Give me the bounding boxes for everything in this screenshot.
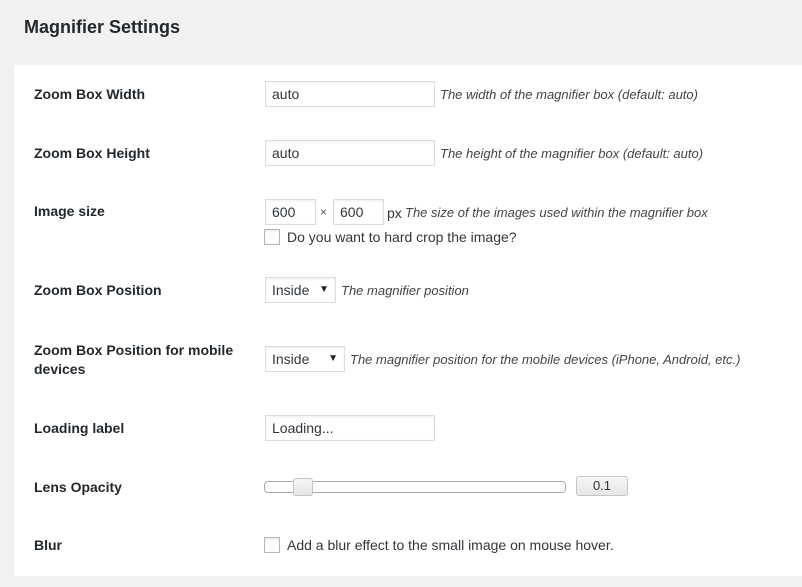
page-title: Magnifier Settings xyxy=(24,17,181,37)
zoom-position-mobile-description: The magnifier position for the mobile de… xyxy=(350,352,741,367)
zoom-width-description: The width of the magnifier box (default:… xyxy=(440,87,698,102)
lens-opacity-slider-handle[interactable] xyxy=(293,478,313,496)
chevron-down-icon: ▼ xyxy=(319,284,329,295)
zoom-position-description: The magnifier position xyxy=(341,283,469,298)
image-height-input[interactable] xyxy=(333,199,384,225)
lens-opacity-slider[interactable] xyxy=(264,478,566,496)
hard-crop-checkbox[interactable] xyxy=(264,229,280,245)
chevron-down-icon: ▼ xyxy=(328,353,338,364)
image-size-description: The size of the images used within the m… xyxy=(405,205,708,220)
image-size-label: Image size xyxy=(34,203,105,219)
zoom-height-label: Zoom Box Height xyxy=(34,145,150,161)
loading-label-input[interactable] xyxy=(265,415,435,441)
zoom-position-selected: Inside xyxy=(272,282,310,298)
settings-panel: Zoom Box Width The width of the magnifie… xyxy=(14,65,802,576)
size-unit: px xyxy=(387,205,402,221)
zoom-height-description: The height of the magnifier box (default… xyxy=(440,146,704,161)
zoom-position-mobile-label: Zoom Box Position for mobile devices xyxy=(34,342,234,377)
zoom-height-input[interactable] xyxy=(265,140,435,166)
zoom-width-label: Zoom Box Width xyxy=(34,86,146,102)
zoom-position-mobile-selected: Inside xyxy=(272,351,310,367)
lens-opacity-value: 0.1 xyxy=(576,476,628,496)
loading-label-label: Loading label xyxy=(34,420,125,436)
zoom-position-label: Zoom Box Position xyxy=(34,282,162,298)
blur-checkbox-label: Add a blur effect to the small image on … xyxy=(287,537,614,553)
image-width-input[interactable] xyxy=(265,199,316,225)
zoom-position-select[interactable]: Inside ▼ xyxy=(265,277,336,303)
blur-label: Blur xyxy=(34,537,62,553)
lens-opacity-label: Lens Opacity xyxy=(34,479,122,495)
hard-crop-label: Do you want to hard crop the image? xyxy=(287,229,517,245)
blur-checkbox[interactable] xyxy=(264,537,280,553)
zoom-width-input[interactable] xyxy=(265,81,435,107)
zoom-position-mobile-select[interactable]: Inside ▼ xyxy=(265,346,345,372)
size-separator: × xyxy=(320,205,328,219)
